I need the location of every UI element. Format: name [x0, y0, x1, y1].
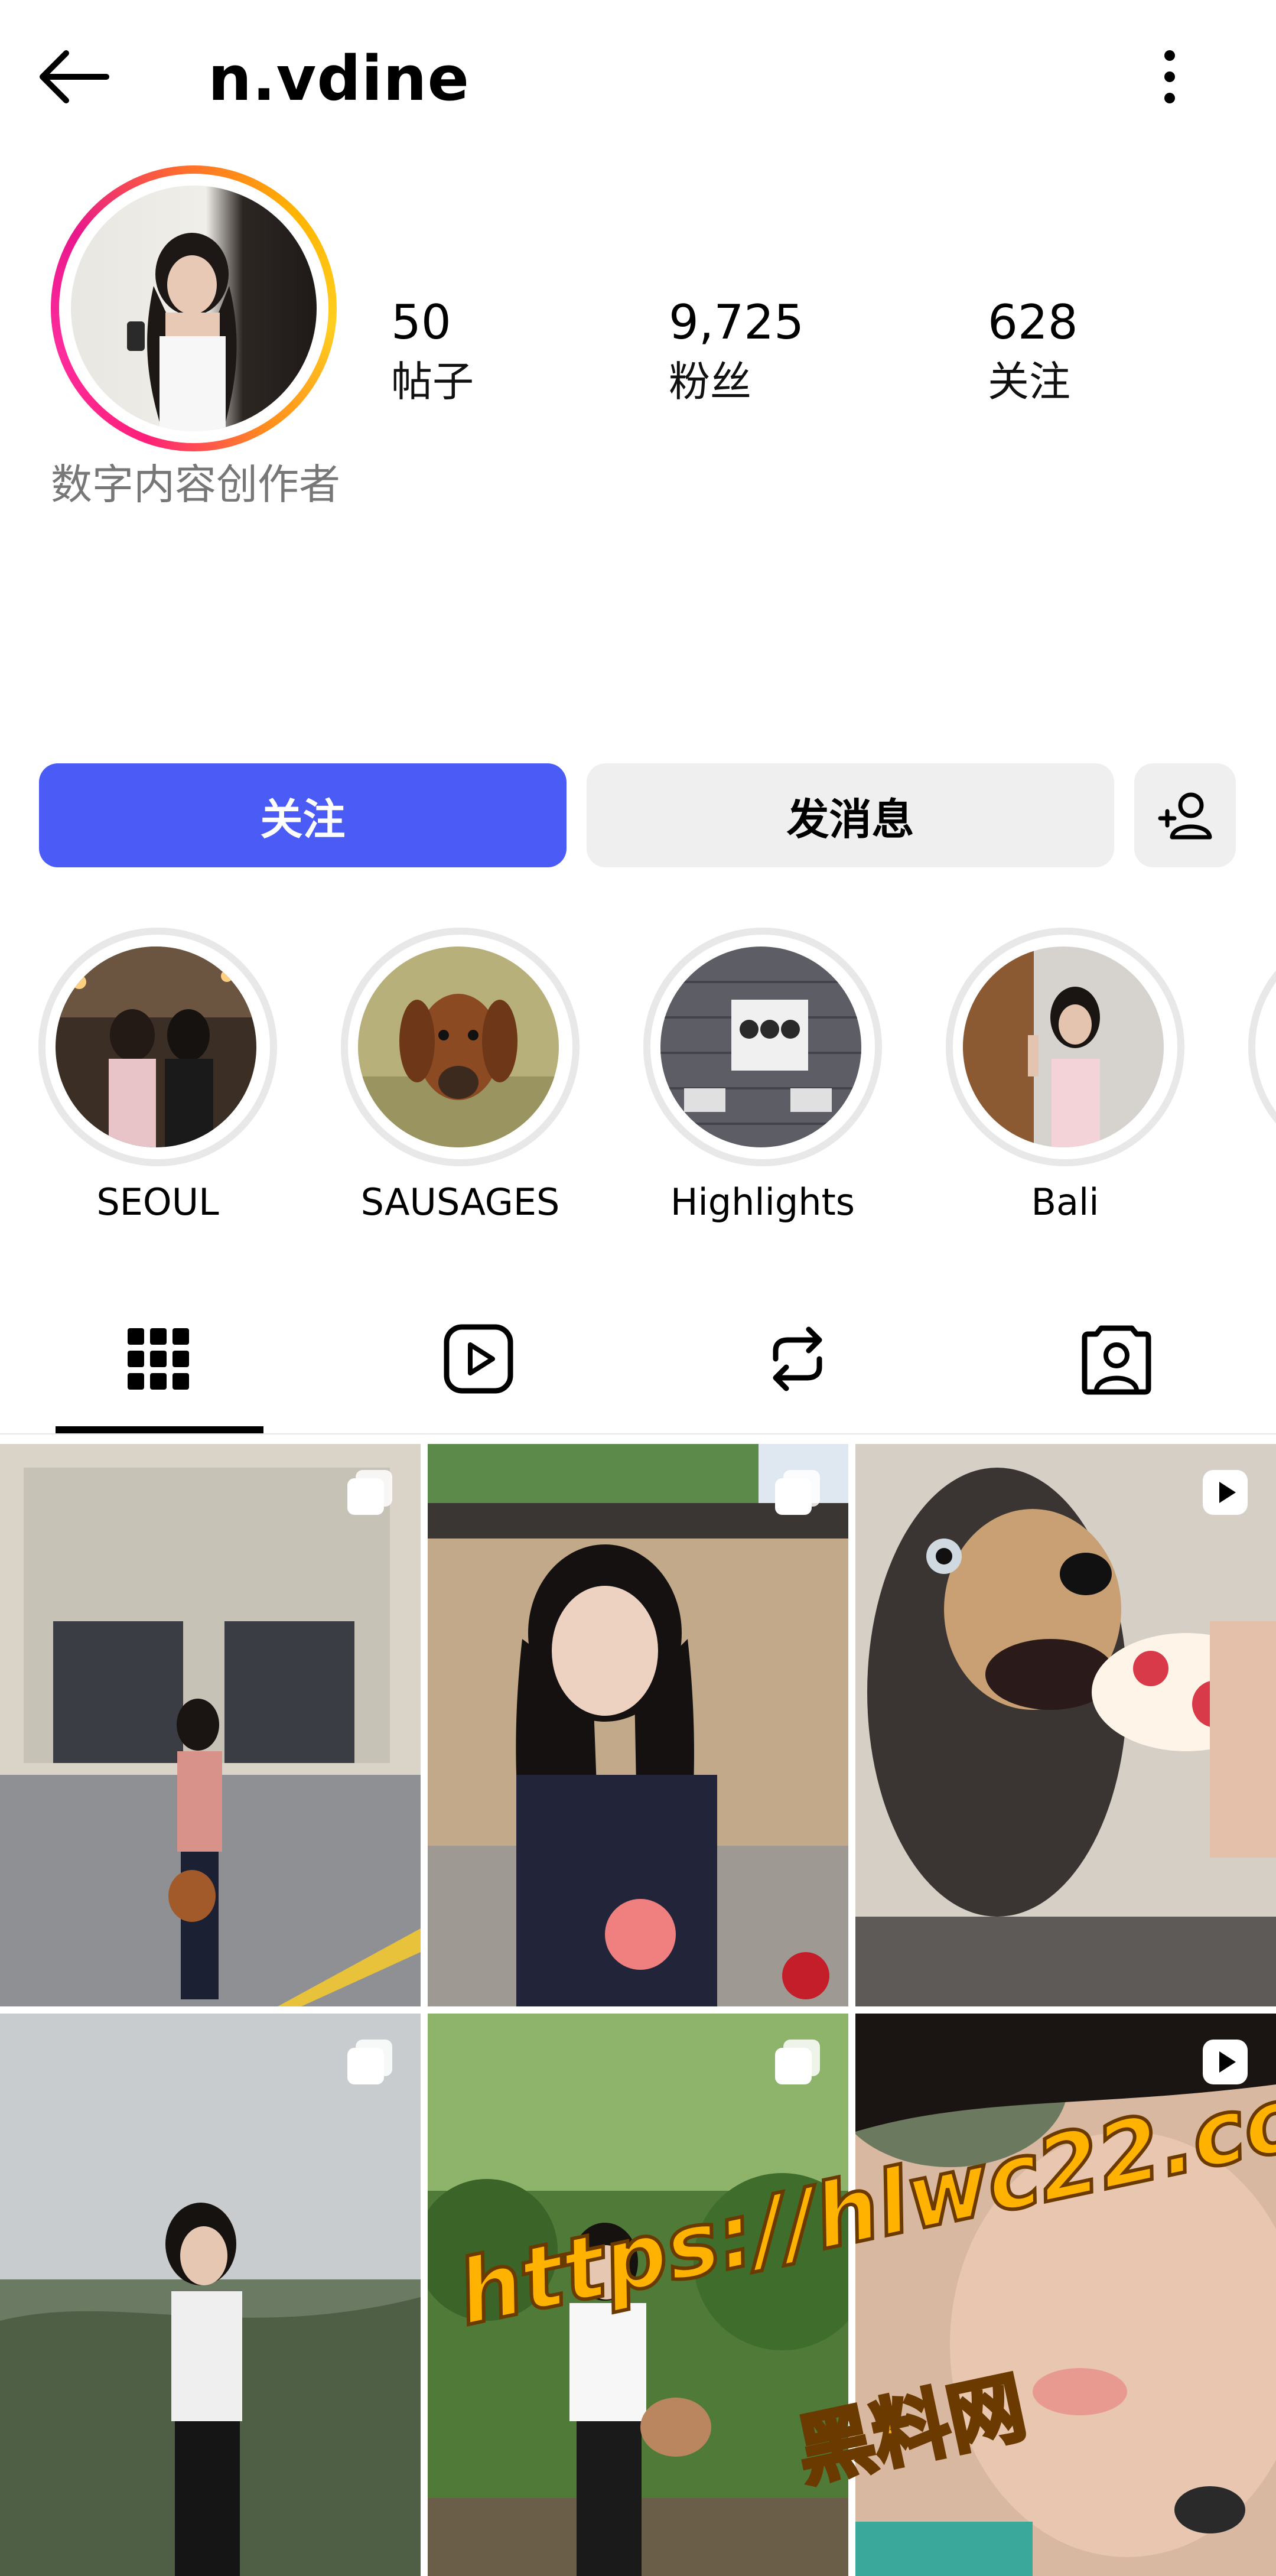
follow-button[interactable]: 关注: [39, 763, 567, 867]
stat-following-value: 628: [988, 295, 1078, 350]
profile-username: n.vdine: [208, 43, 470, 115]
more-options-button[interactable]: [1146, 41, 1193, 112]
stat-posts-value: 50: [391, 295, 451, 350]
reels-icon: [444, 1324, 513, 1394]
stat-posts[interactable]: 50 帖子: [391, 293, 474, 411]
post-image: [0, 1444, 421, 2006]
highlight-seoul[interactable]: SEOUL: [37, 928, 279, 1258]
divider: [0, 1433, 1276, 1435]
tab-reposts[interactable]: [709, 1312, 886, 1406]
avatar: [71, 186, 317, 431]
repost-icon: [773, 1326, 822, 1391]
arrow-left-icon: [40, 50, 109, 103]
avatar-photo: [127, 233, 237, 431]
post-thumbnail[interactable]: [428, 1444, 848, 2006]
highlight-highlights[interactable]: Highlights: [642, 928, 884, 1258]
highlight-cover: [660, 947, 861, 1147]
highlight-label: SAUSAGES: [360, 1180, 560, 1224]
highlight-label: SEOUL: [96, 1180, 219, 1224]
tagged-icon: [1082, 1325, 1151, 1395]
active-tab-indicator: [56, 1426, 263, 1433]
stat-followers[interactable]: 9,725 粉丝: [669, 293, 804, 411]
tab-posts-grid[interactable]: [70, 1312, 247, 1406]
highlight-cover: [963, 947, 1164, 1147]
tab-reels[interactable]: [390, 1312, 567, 1406]
grid-icon: [128, 1328, 189, 1390]
highlight-cover: [56, 947, 256, 1147]
post-image: [428, 1444, 848, 2006]
highlight-label: Bali: [1031, 1180, 1099, 1224]
post-image: [855, 1444, 1276, 2006]
stat-posts-label: 帖子: [391, 357, 474, 406]
suggest-users-button[interactable]: [1134, 763, 1236, 867]
more-vertical-icon: [1164, 50, 1175, 103]
carousel-icon: [347, 1470, 392, 1515]
carousel-icon: [775, 1470, 820, 1515]
post-image: [0, 2014, 421, 2576]
highlight-bali[interactable]: Bali: [944, 928, 1186, 1258]
message-button[interactable]: 发消息: [587, 763, 1114, 867]
profile-category: 数字内容创作者: [51, 460, 340, 509]
post-thumbnail[interactable]: [855, 1444, 1276, 2006]
stat-following-label: 关注: [988, 357, 1070, 406]
carousel-icon: [775, 2040, 820, 2084]
stat-followers-value: 9,725: [669, 295, 805, 350]
back-button[interactable]: [35, 41, 112, 112]
story-ring[interactable]: [51, 165, 337, 451]
carousel-icon: [347, 2040, 392, 2084]
reel-icon: [1203, 1470, 1248, 1515]
highlight-label: Highlights: [670, 1180, 855, 1224]
highlight-sausages[interactable]: SAUSAGES: [339, 928, 581, 1258]
post-thumbnail[interactable]: [0, 1444, 421, 2006]
stat-followers-label: 粉丝: [669, 357, 751, 406]
stat-following[interactable]: 628 关注: [988, 293, 1078, 411]
post-thumbnail[interactable]: [0, 2014, 421, 2576]
person-add-icon: [1158, 792, 1212, 840]
highlight-partial[interactable]: [1246, 928, 1276, 1258]
highlight-cover: [358, 947, 559, 1147]
tab-tagged[interactable]: [1028, 1312, 1205, 1406]
